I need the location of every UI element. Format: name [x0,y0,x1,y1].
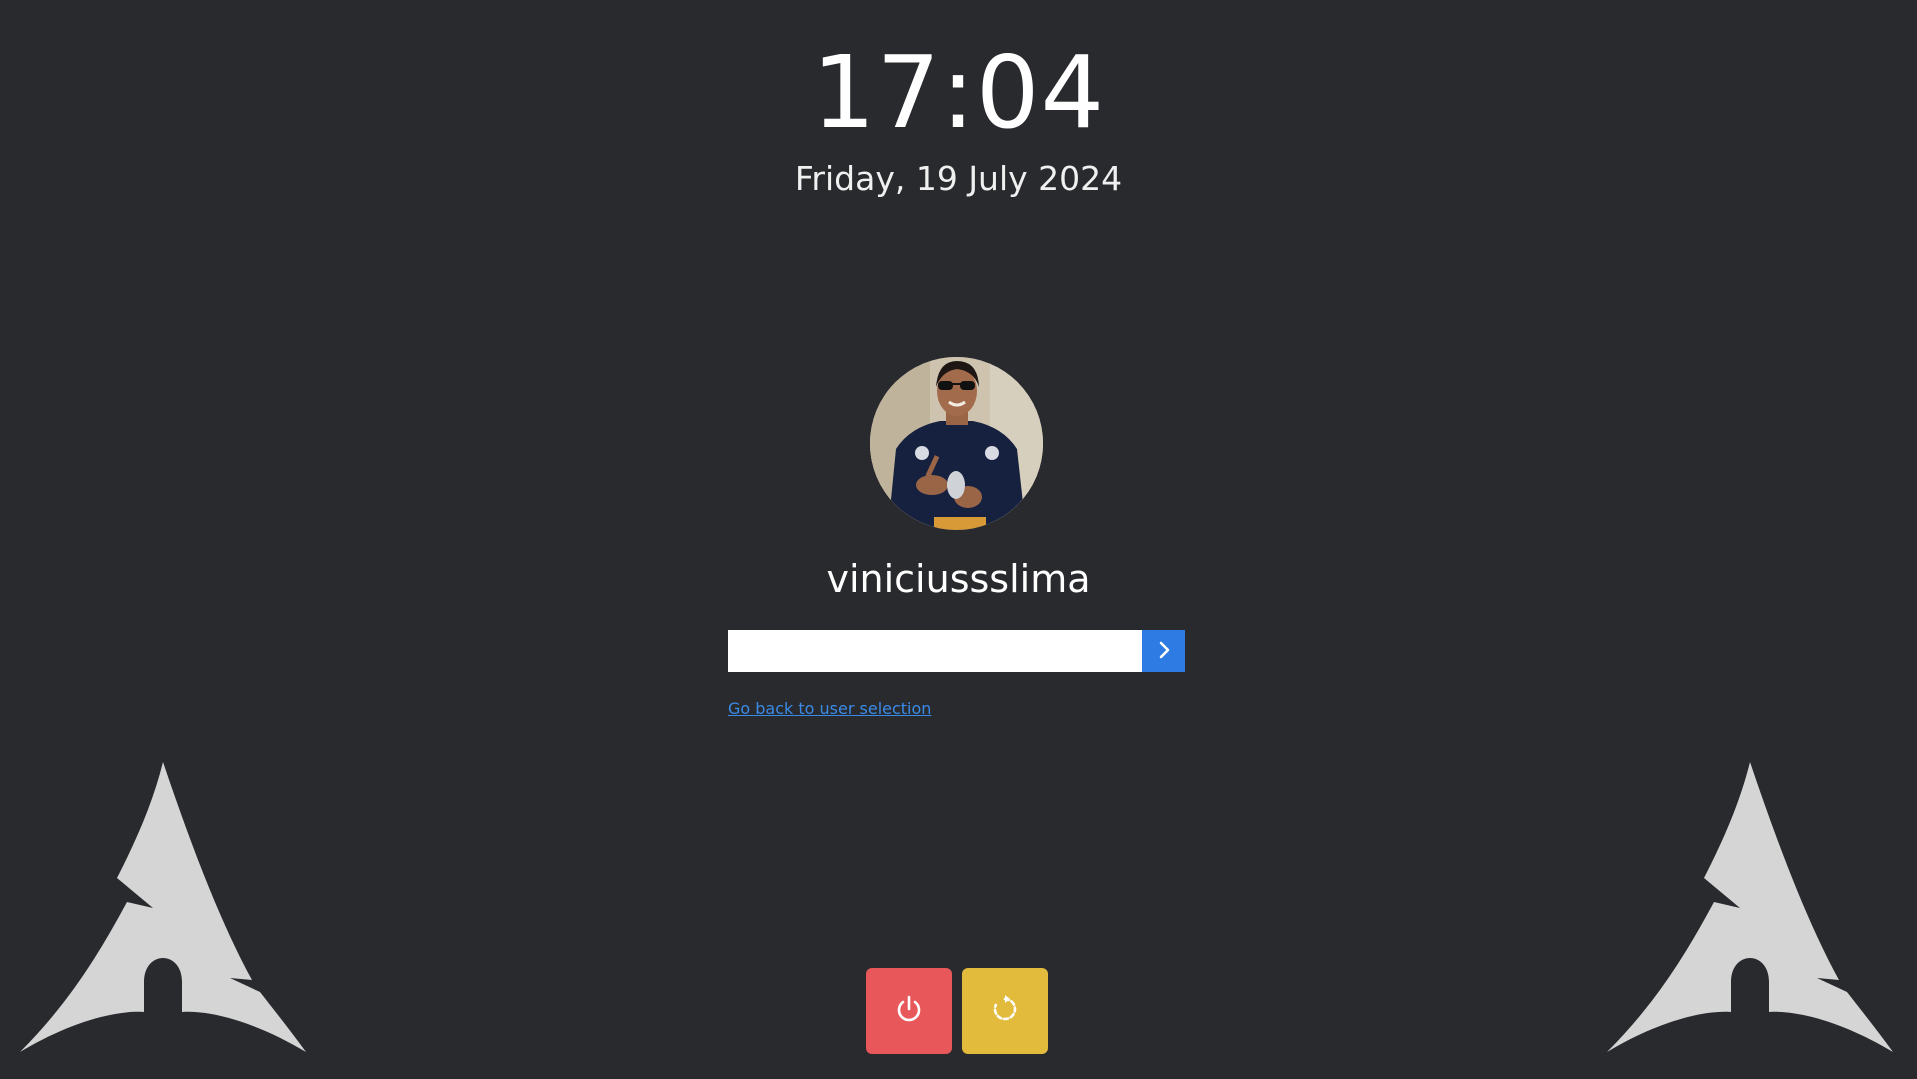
chevron-right-icon [1156,640,1172,663]
clock-date: Friday, 19 July 2024 [794,159,1123,198]
restart-button[interactable] [962,968,1048,1054]
restart-icon [989,993,1021,1029]
arch-logo-icon [1607,762,1893,1052]
clock-time: 17:04 [811,34,1106,151]
avatar [870,357,1043,530]
shutdown-button[interactable] [866,968,952,1054]
power-buttons [866,968,1048,1054]
password-input[interactable] [728,630,1142,672]
back-to-user-selection-link[interactable]: Go back to user selection [728,699,931,719]
arch-logo-icon [20,762,306,1052]
login-form [728,630,1185,672]
power-icon [893,993,925,1029]
username: viniciussslima [826,557,1091,601]
submit-button[interactable] [1142,630,1185,672]
lock-screen: 17:04 Friday, 19 July 2024 viniciussslim… [0,0,1917,1079]
